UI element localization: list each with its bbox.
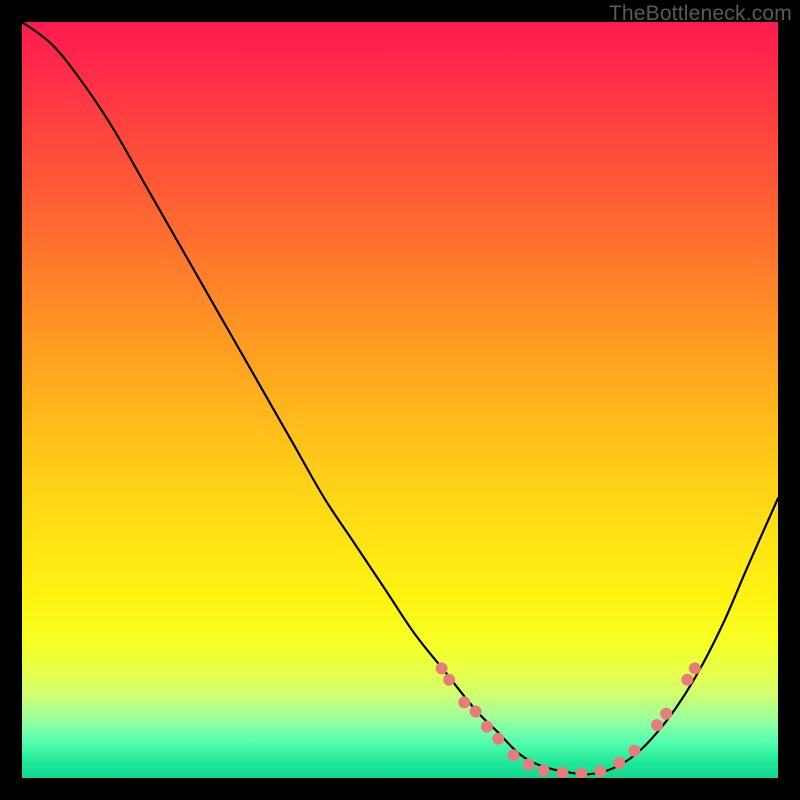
curve-marker-dot bbox=[594, 765, 606, 777]
curve-marker-dot bbox=[458, 696, 470, 708]
chart-stage: TheBottleneck.com bbox=[0, 0, 800, 800]
curve-layer bbox=[22, 22, 778, 778]
curve-markers bbox=[436, 662, 701, 778]
curve-marker-dot bbox=[470, 706, 482, 718]
curve-marker-dot bbox=[443, 674, 455, 686]
curve-marker-dot bbox=[436, 662, 448, 674]
curve-marker-dot bbox=[575, 768, 587, 779]
curve-marker-dot bbox=[557, 767, 569, 778]
curve-marker-dot bbox=[523, 758, 535, 770]
watermark-text: TheBottleneck.com bbox=[609, 2, 792, 26]
curve-marker-dot bbox=[681, 674, 693, 686]
curve-marker-dot bbox=[613, 757, 625, 769]
curve-marker-dot bbox=[689, 662, 701, 674]
plot-area bbox=[22, 22, 778, 778]
curve-marker-dot bbox=[651, 719, 663, 731]
curve-marker-dot bbox=[481, 721, 493, 733]
curve-marker-dot bbox=[538, 764, 550, 776]
curve-marker-dot bbox=[492, 733, 504, 745]
bottleneck-curve bbox=[22, 22, 778, 774]
curve-marker-dot bbox=[628, 745, 640, 757]
curve-marker-dot bbox=[507, 749, 519, 761]
curve-marker-dot bbox=[660, 708, 672, 720]
